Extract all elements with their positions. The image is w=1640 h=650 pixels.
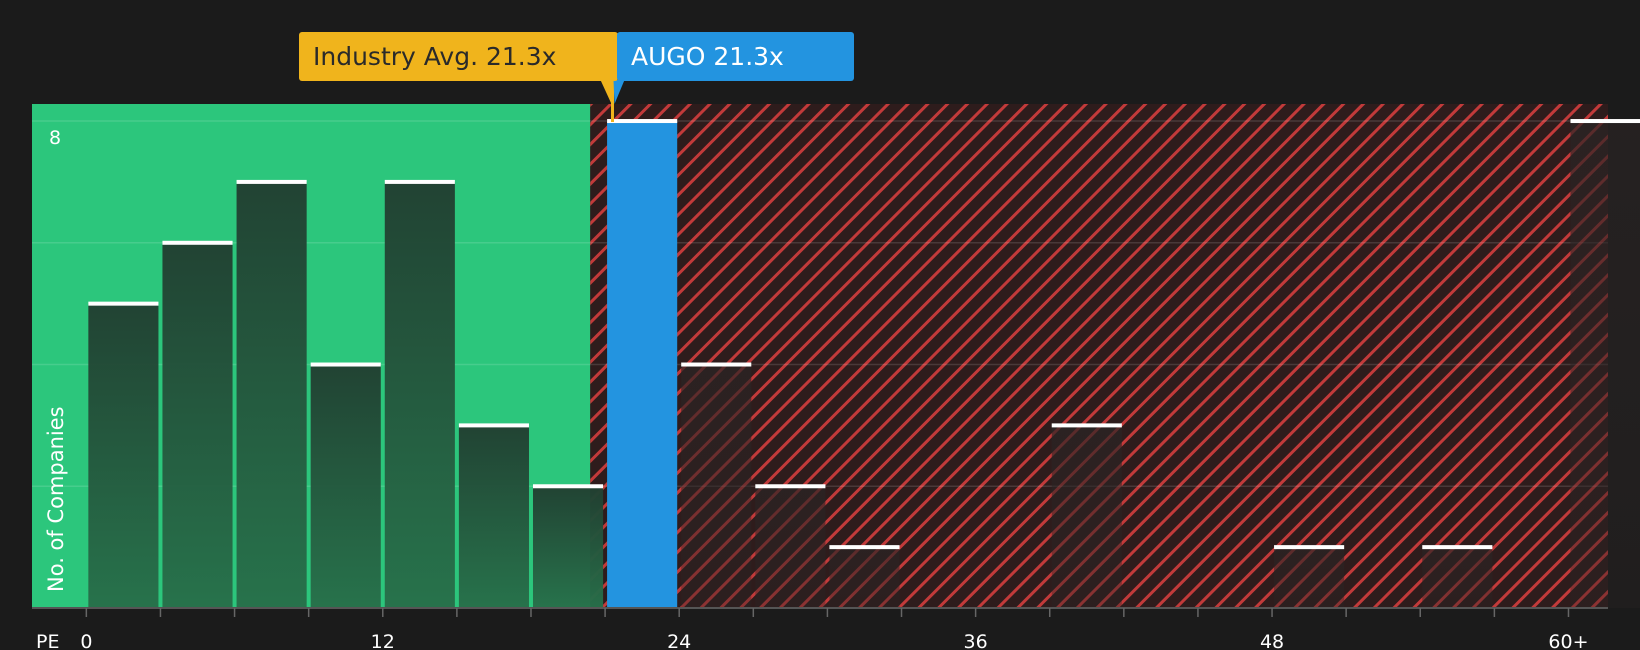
y-axis-label: No. of Companies — [44, 406, 68, 592]
x-tick-label: 48 — [1260, 631, 1284, 650]
histogram-bar — [829, 547, 900, 608]
bar-cap — [1051, 423, 1122, 428]
bar-cap — [829, 545, 900, 550]
bar-cap — [88, 301, 159, 306]
histogram-bar — [532, 486, 604, 608]
bar-cap — [1422, 545, 1493, 550]
x-tick-label: 36 — [964, 631, 988, 650]
bar-cap — [236, 179, 307, 184]
industry-callout-pointer — [600, 80, 613, 104]
histogram-bar — [88, 303, 159, 608]
chart-canvas: 0 12 24 36 48 60+ PE 8 No. of Companies — [32, 80, 1640, 650]
bar-cap — [1570, 119, 1640, 124]
histogram-bar — [1051, 425, 1122, 608]
bar-cap — [755, 484, 826, 489]
x-tick-label: 60+ — [1548, 631, 1588, 650]
bar-cap — [162, 240, 233, 245]
industry-average-callout: Industry Avg. 21.3x — [299, 32, 618, 81]
company-bar — [607, 121, 678, 608]
histogram-bar — [236, 181, 307, 609]
x-axis-label: PE — [36, 631, 59, 650]
histogram-bar — [1274, 547, 1345, 608]
company-bar-cap — [607, 119, 678, 124]
bar-cap — [310, 362, 381, 367]
bar-cap — [681, 362, 752, 367]
histogram-bar — [310, 364, 381, 608]
histogram-bar — [162, 242, 233, 609]
bar-cap — [458, 423, 529, 428]
histogram-bar — [1422, 547, 1493, 608]
histogram-bar — [458, 425, 529, 608]
company-pe-callout: AUGO 21.3x — [617, 32, 854, 81]
histogram-bar — [1570, 121, 1640, 608]
histogram-bar — [681, 364, 752, 608]
histogram-bar — [755, 486, 826, 608]
bar-cap — [532, 484, 604, 489]
bar-cap — [1274, 545, 1345, 550]
bar-cap — [384, 179, 455, 184]
x-tick-label: 24 — [667, 631, 691, 650]
company-callout-pointer — [613, 80, 625, 104]
pe-distribution-chart: 0 12 24 36 48 60+ PE 8 No. of Companies Industry… — [0, 0, 1640, 650]
x-tick-label: 12 — [371, 631, 395, 650]
histogram-bar — [384, 181, 455, 609]
x-tick-label: 0 — [80, 631, 92, 650]
y-tick-label: 8 — [49, 127, 61, 149]
